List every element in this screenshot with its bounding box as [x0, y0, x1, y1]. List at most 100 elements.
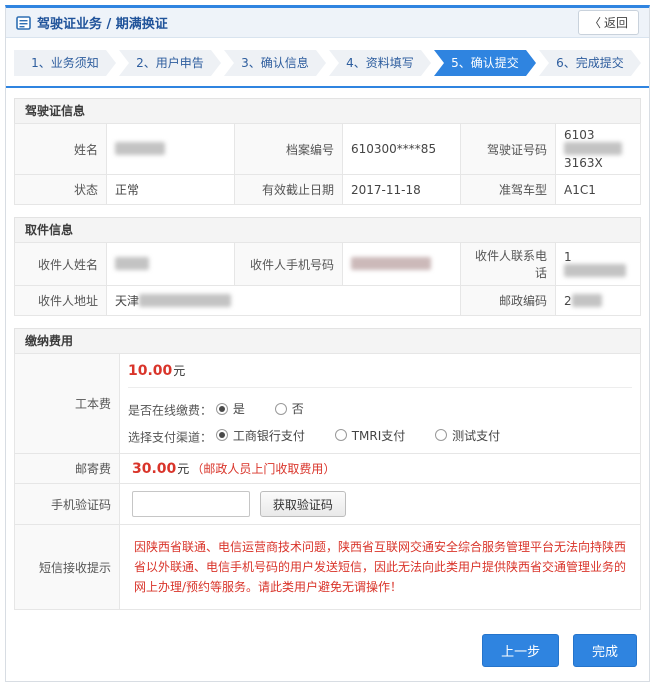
license-no-value: 6103 3163X	[556, 124, 641, 175]
sms-notice-label: 短信接收提示	[15, 525, 120, 610]
document-icon	[16, 16, 31, 30]
radio-checked-icon	[216, 403, 228, 415]
name-label: 姓名	[15, 124, 107, 175]
online-pay-option-no[interactable]: 否	[275, 400, 304, 417]
mail-fee-unit: 元	[177, 462, 189, 476]
payment-table: 工本费 10.00元 是否在线缴费： 是 否 选择支付渠道： 工商银行支付	[14, 353, 641, 610]
production-fee-unit: 元	[173, 364, 185, 378]
mail-fee-label: 邮寄费	[15, 454, 120, 484]
pickup-info-table: 收件人姓名 收件人手机号码 收件人联系电话 1 收件人地址 天津 邮政编码 2	[14, 242, 641, 316]
license-renewal-page: 驾驶证业务 / 期满换证 〈 返回 1、业务须知 2、用户申告 3、确认信息 4…	[5, 5, 650, 682]
radio-icon	[335, 429, 347, 441]
sms-code-input[interactable]	[132, 491, 250, 517]
radio-icon	[435, 429, 447, 441]
get-code-button[interactable]: 获取验证码	[260, 491, 346, 517]
online-pay-question: 是否在线缴费：	[128, 404, 212, 418]
redacted-postal-code	[572, 294, 602, 307]
option-label: 是	[233, 400, 245, 417]
redacted-license-no	[564, 142, 622, 155]
production-fee-number: 10.00	[128, 363, 172, 379]
previous-step-button[interactable]: 上一步	[482, 634, 559, 667]
valid-until-label: 有效截止日期	[235, 175, 343, 205]
license-no-label: 驾驶证号码	[461, 124, 556, 175]
valid-until-value: 2017-11-18	[343, 175, 461, 205]
back-label: 返回	[604, 14, 628, 31]
file-no-label: 档案编号	[235, 124, 343, 175]
phone-prefix: 1	[564, 250, 572, 264]
vehicle-type-label: 准驾车型	[461, 175, 556, 205]
pickup-section-title: 取件信息	[14, 217, 641, 242]
step-4-fill-data[interactable]: 4、资料填写	[329, 50, 431, 76]
sms-code-cell: 获取验证码	[120, 484, 641, 525]
address-prefix: 天津	[115, 294, 139, 308]
license-no-prefix: 6103	[564, 128, 595, 142]
production-fee-cell: 10.00元 是否在线缴费： 是 否 选择支付渠道： 工商银行支付 TMRI支付…	[120, 354, 641, 454]
recipient-phone-label: 收件人联系电话	[461, 243, 556, 286]
vehicle-type-value: A1C1	[556, 175, 641, 205]
recipient-name-value	[107, 243, 235, 286]
title-wrap: 驾驶证业务 / 期满换证	[16, 13, 168, 32]
license-no-suffix: 3163X	[564, 156, 603, 170]
back-button[interactable]: 〈 返回	[578, 10, 639, 35]
payment-section-title: 缴纳费用	[14, 328, 641, 353]
back-arrow-icon: 〈	[589, 14, 601, 31]
production-fee-amount: 10.00元	[128, 358, 632, 388]
license-section-title: 驾驶证信息	[14, 98, 641, 123]
postal-prefix: 2	[564, 294, 572, 308]
license-info-table: 姓名 档案编号 610300****85 驾驶证号码 6103 3163X 状态…	[14, 123, 641, 205]
name-value	[107, 124, 235, 175]
pay-channel-question: 选择支付渠道：	[128, 430, 212, 444]
redacted-recipient-mobile	[351, 257, 431, 270]
production-fee-label: 工本费	[15, 354, 120, 454]
step-6-complete[interactable]: 6、完成提交	[539, 50, 641, 76]
recipient-mobile-label: 收件人手机号码	[235, 243, 343, 286]
pickup-info-section: 取件信息 收件人姓名 收件人手机号码 收件人联系电话 1 收件人地址 天津 邮政…	[14, 217, 641, 316]
sms-notice-text: 因陕西省联通、电信运营商技术问题，陕西省互联网交通安全综合服务管理平台无法向持陕…	[132, 533, 628, 601]
finish-button[interactable]: 完成	[573, 634, 637, 667]
file-no-value: 610300****85	[343, 124, 461, 175]
step-1-notice[interactable]: 1、业务须知	[14, 50, 116, 76]
mail-fee-cell: 30.00元（邮政人员上门收取费用）	[120, 454, 641, 484]
payment-section: 缴纳费用 工本费 10.00元 是否在线缴费： 是 否	[14, 328, 641, 610]
table-row: 收件人姓名 收件人手机号码 收件人联系电话 1	[15, 243, 641, 286]
step-wizard: 1、业务须知 2、用户申告 3、确认信息 4、资料填写 5、确认提交 6、完成提…	[6, 38, 649, 88]
online-pay-line: 是否在线缴费： 是 否	[128, 396, 632, 423]
option-label: 否	[292, 400, 304, 417]
status-value: 正常	[107, 175, 235, 205]
redacted-address	[139, 294, 231, 307]
radio-checked-icon	[216, 429, 228, 441]
table-row: 姓名 档案编号 610300****85 驾驶证号码 6103 3163X	[15, 124, 641, 175]
redacted-name	[115, 142, 165, 155]
recipient-mobile-value	[343, 243, 461, 286]
table-row: 短信接收提示 因陕西省联通、电信运营商技术问题，陕西省互联网交通安全综合服务管理…	[15, 525, 641, 610]
sms-notice-cell: 因陕西省联通、电信运营商技术问题，陕西省互联网交通安全综合服务管理平台无法向持陕…	[120, 525, 641, 610]
radio-icon	[275, 403, 287, 415]
option-label: 工商银行支付	[233, 427, 305, 444]
table-row: 手机验证码 获取验证码	[15, 484, 641, 525]
license-info-section: 驾驶证信息 姓名 档案编号 610300****85 驾驶证号码 6103 31…	[14, 98, 641, 205]
step-2-declaration[interactable]: 2、用户申告	[119, 50, 221, 76]
step-5-confirm-submit[interactable]: 5、确认提交	[434, 50, 536, 76]
recipient-address-value: 天津	[107, 286, 461, 316]
online-pay-option-yes[interactable]: 是	[216, 400, 245, 417]
footer-actions: 上一步 完成	[6, 622, 649, 681]
recipient-address-label: 收件人地址	[15, 286, 107, 316]
sms-code-label: 手机验证码	[15, 484, 120, 525]
table-row: 邮寄费 30.00元（邮政人员上门收取费用）	[15, 454, 641, 484]
pay-channel-option-tmri[interactable]: TMRI支付	[335, 427, 406, 444]
option-label: 测试支付	[452, 427, 500, 444]
pay-channel-option-icbc[interactable]: 工商银行支付	[216, 427, 305, 444]
pay-channel-option-test[interactable]: 测试支付	[435, 427, 500, 444]
step-3-confirm-info[interactable]: 3、确认信息	[224, 50, 326, 76]
redacted-phone	[564, 264, 626, 277]
content-area: 驾驶证信息 姓名 档案编号 610300****85 驾驶证号码 6103 31…	[6, 88, 649, 610]
mail-fee-note: （邮政人员上门收取费用）	[191, 462, 335, 476]
table-row: 收件人地址 天津 邮政编码 2	[15, 286, 641, 316]
header-bar: 驾驶证业务 / 期满换证 〈 返回	[6, 8, 649, 38]
postal-code-value: 2	[556, 286, 641, 316]
table-row: 工本费 10.00元 是否在线缴费： 是 否 选择支付渠道： 工商银行支付	[15, 354, 641, 454]
recipient-phone-value: 1	[556, 243, 641, 286]
option-label: TMRI支付	[352, 427, 406, 444]
status-label: 状态	[15, 175, 107, 205]
mail-fee-number: 30.00	[132, 461, 176, 477]
